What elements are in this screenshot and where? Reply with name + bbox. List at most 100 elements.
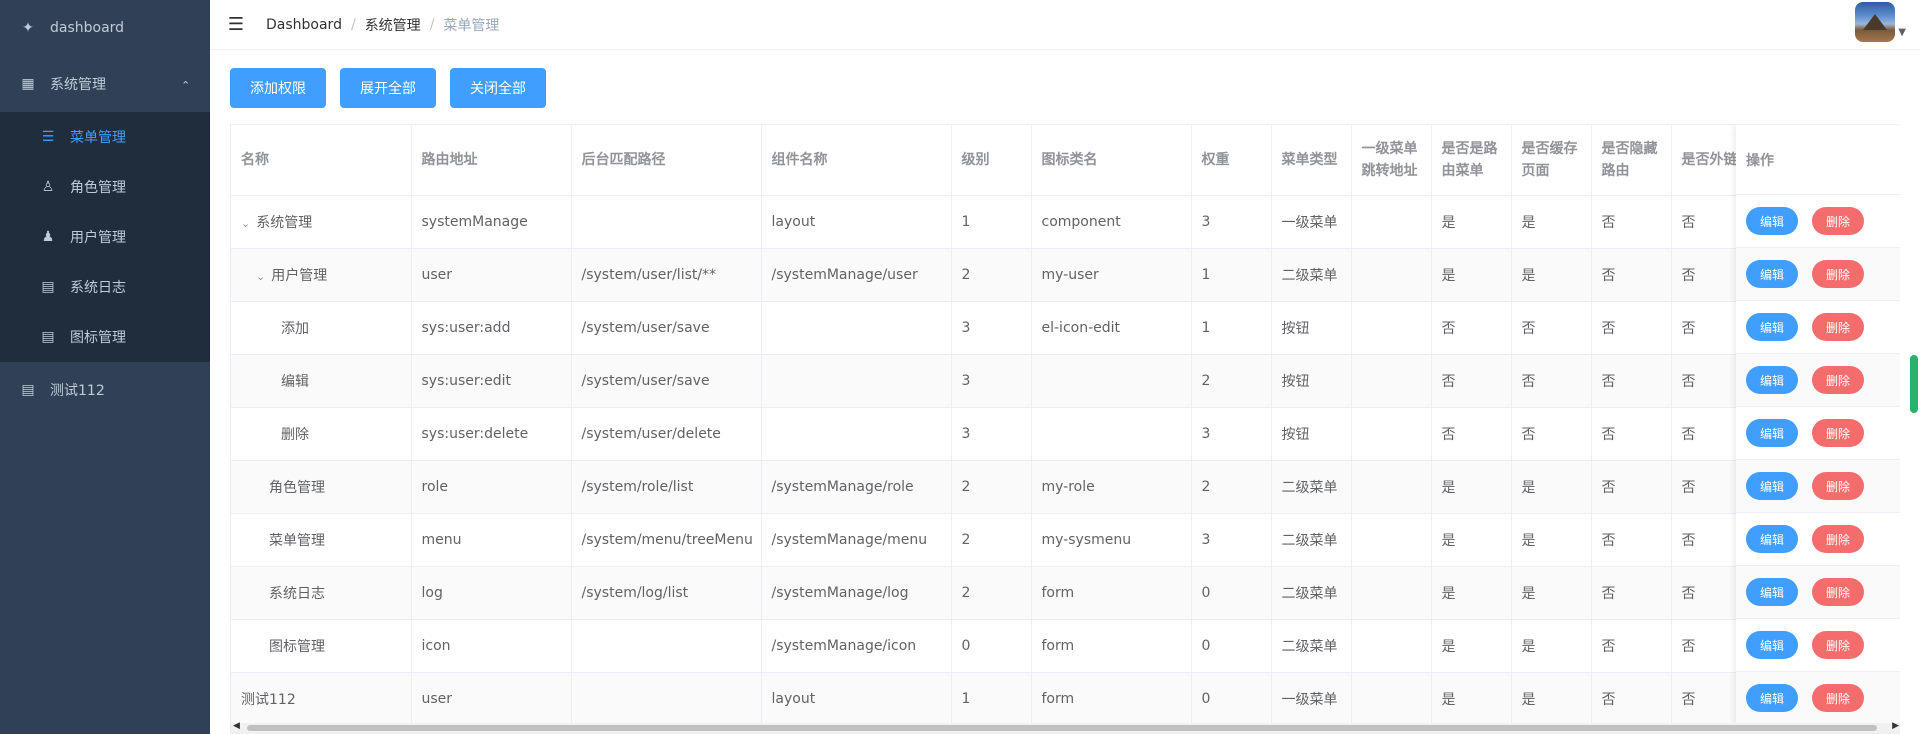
table-row[interactable]: 编辑 sys:user:edit/system/user/save 3 2 按钮否否否否 xyxy=(231,354,1900,408)
sidebar-item-system[interactable]: ▦ 系统管理 ⌄ xyxy=(0,56,210,112)
edit-button[interactable]: 编辑 xyxy=(1746,684,1799,712)
table-cell-weight: 1 xyxy=(1191,301,1272,355)
breadcrumb-system[interactable]: 系统管理 xyxy=(365,15,421,35)
table-cell-route: sys:user:delete xyxy=(411,407,572,461)
collapse-all-button[interactable]: 关闭全部 xyxy=(450,68,546,108)
table-cell-cache: 是 xyxy=(1511,672,1592,726)
sidebar-item-menu-manage[interactable]: ☰ 菜单管理 xyxy=(0,112,210,162)
table-cell-hidden: 否 xyxy=(1591,513,1672,567)
table-row[interactable]: ⌄ 系统管理 systemManage layout 1 component 3 一级菜单 是是… xyxy=(231,195,1900,249)
user-icon: ♟ xyxy=(41,229,55,245)
user-menu[interactable]: ▼ xyxy=(1855,2,1906,42)
table-cell-icon xyxy=(1031,407,1192,461)
row-name: 添加 xyxy=(281,320,309,337)
expand-all-button[interactable]: 展开全部 xyxy=(340,68,436,108)
delete-button[interactable]: 删除 xyxy=(1812,472,1865,500)
table-cell-icon: form xyxy=(1031,672,1192,726)
table-cell-route: sys:user:add xyxy=(411,301,572,355)
delete-button[interactable]: 删除 xyxy=(1812,631,1865,659)
table-cell-type: 二级菜单 xyxy=(1271,566,1352,620)
table-row[interactable]: 添加 sys:user:add/system/user/save 3 el-icon-… xyxy=(231,301,1900,355)
sidebar-item-user-manage[interactable]: ♟ 用户管理 xyxy=(0,212,210,262)
table-row[interactable]: 图标管理 icon/systemManage/icon 0 form 0 二级菜单是是否否 xyxy=(231,619,1900,673)
edit-button[interactable]: 编辑 xyxy=(1746,313,1799,341)
table-row[interactable]: ⌄ 用户管理 user/system/user/list/**/systemMana… xyxy=(231,248,1900,302)
table-cell-isRoute: 是 xyxy=(1431,195,1512,249)
table-row[interactable]: 测试112 user layout 1 form 0 一级菜单是是否否 xyxy=(231,672,1900,726)
delete-button[interactable]: 删除 xyxy=(1812,419,1865,447)
doc-icon: ▤ xyxy=(41,279,55,295)
caret-down-icon: ▼ xyxy=(1898,27,1906,38)
table-cell-type: 按钮 xyxy=(1271,301,1352,355)
table-cell-jump xyxy=(1351,566,1432,620)
table-cell-weight: 2 xyxy=(1191,460,1272,514)
sidebar-item-dashboard[interactable]: ✦ dashboard xyxy=(0,0,210,56)
table-cell-type: 二级菜单 xyxy=(1271,248,1352,302)
scroll-right-icon[interactable]: ▶ xyxy=(1892,721,1899,731)
edit-button[interactable]: 编辑 xyxy=(1746,578,1799,606)
delete-button[interactable]: 删除 xyxy=(1812,366,1865,394)
edit-button[interactable]: 编辑 xyxy=(1746,525,1799,553)
table-row[interactable]: 角色管理 role/system/role/list/systemManage/r… xyxy=(231,460,1900,514)
edit-button[interactable]: 编辑 xyxy=(1746,366,1799,394)
table-cell-hidden: 否 xyxy=(1591,619,1672,673)
table-cell-name: 编辑 xyxy=(231,354,412,408)
delete-button[interactable]: 删除 xyxy=(1812,260,1865,288)
table-cell-isRoute: 否 xyxy=(1431,407,1512,461)
delete-button[interactable]: 删除 xyxy=(1812,207,1865,235)
table-cell-weight: 0 xyxy=(1191,672,1272,726)
horizontal-scrollbar[interactable]: ◀ ▶ xyxy=(231,721,1900,733)
table-row[interactable]: 删除 sys:user:delete/system/user/delete 3 3 按钮… xyxy=(231,407,1900,461)
table-header-row: 名称 路由地址 后台匹配路径 组件名称 级别 图标类名 权重 菜单类型 一级菜单跳转地址 是否是路… xyxy=(231,125,1900,196)
content: 添加权限 展开全部 关闭全部 名称 路由地址 后台匹配路径 组件名称 级别 图标类名 权重菜… xyxy=(210,50,1920,734)
doc-icon: ▤ xyxy=(41,329,55,345)
expand-arrow-icon[interactable]: ⌄ xyxy=(256,270,265,283)
avatar[interactable] xyxy=(1855,2,1896,42)
vertical-scrollbar-thumb[interactable] xyxy=(1910,355,1918,413)
table-cell-weight: 1 xyxy=(1191,248,1272,302)
table-cell-comp: /systemManage/role xyxy=(761,460,952,514)
hamburger-icon[interactable]: ☰ xyxy=(226,14,246,35)
table-cell-route: user xyxy=(411,248,572,302)
add-permission-button[interactable]: 添加权限 xyxy=(230,68,326,108)
table-header-cell: 后台匹配路径 xyxy=(571,125,762,196)
table-header-cell: 权重 xyxy=(1191,125,1272,196)
sidebar: ✦ dashboard ▦ 系统管理 ⌄ ☰ 菜单管理 ♙ 角色管理 ♟ 用户管… xyxy=(0,0,210,734)
sidebar-item-test112[interactable]: ▤ 测试112 xyxy=(0,362,210,418)
scrollbar-thumb[interactable] xyxy=(247,725,1877,731)
sidebar-item-role-manage[interactable]: ♙ 角色管理 xyxy=(0,162,210,212)
table-cell-path xyxy=(571,195,762,249)
edit-button[interactable]: 编辑 xyxy=(1746,631,1799,659)
edit-button[interactable]: 编辑 xyxy=(1746,472,1799,500)
table-cell-name: 删除 xyxy=(231,407,412,461)
edit-button[interactable]: 编辑 xyxy=(1746,260,1799,288)
table-cell-cache: 是 xyxy=(1511,513,1592,567)
breadcrumb-dashboard[interactable]: Dashboard xyxy=(266,17,342,33)
delete-button[interactable]: 删除 xyxy=(1812,578,1865,606)
doc-icon: ▤ xyxy=(21,382,35,398)
table-cell-icon: form xyxy=(1031,619,1192,673)
breadcrumb-separator: / xyxy=(350,16,356,33)
table-cell-path: /system/user/list/** xyxy=(571,248,762,302)
table-cell-name: 系统日志 xyxy=(231,566,412,620)
table-cell-cache: 是 xyxy=(1511,460,1592,514)
delete-button[interactable]: 删除 xyxy=(1812,313,1865,341)
sidebar-item-icon-manage[interactable]: ▤ 图标管理 xyxy=(0,312,210,362)
sidebar-item-system-log[interactable]: ▤ 系统日志 xyxy=(0,262,210,312)
table-row[interactable]: 系统日志 log/system/log/list/systemManage/log… xyxy=(231,566,1900,620)
table-cell-cache: 是 xyxy=(1511,619,1592,673)
delete-button[interactable]: 删除 xyxy=(1812,684,1865,712)
table-cell-cache: 是 xyxy=(1511,566,1592,620)
table-cell-hidden: 否 xyxy=(1591,460,1672,514)
delete-button[interactable]: 删除 xyxy=(1812,525,1865,553)
operation-cell: 编辑 删除 xyxy=(1736,460,1900,513)
edit-button[interactable]: 编辑 xyxy=(1746,419,1799,447)
expand-arrow-icon[interactable]: ⌄ xyxy=(241,217,250,230)
table-cell-weight: 0 xyxy=(1191,619,1272,673)
row-name: 用户管理 xyxy=(271,267,328,284)
scroll-left-icon[interactable]: ◀ xyxy=(233,721,240,731)
table-row[interactable]: 菜单管理 menu/system/menu/treeMenu/systemMana… xyxy=(231,513,1900,567)
table-cell-name: 添加 xyxy=(231,301,412,355)
table-cell-jump xyxy=(1351,513,1432,567)
edit-button[interactable]: 编辑 xyxy=(1746,207,1799,235)
